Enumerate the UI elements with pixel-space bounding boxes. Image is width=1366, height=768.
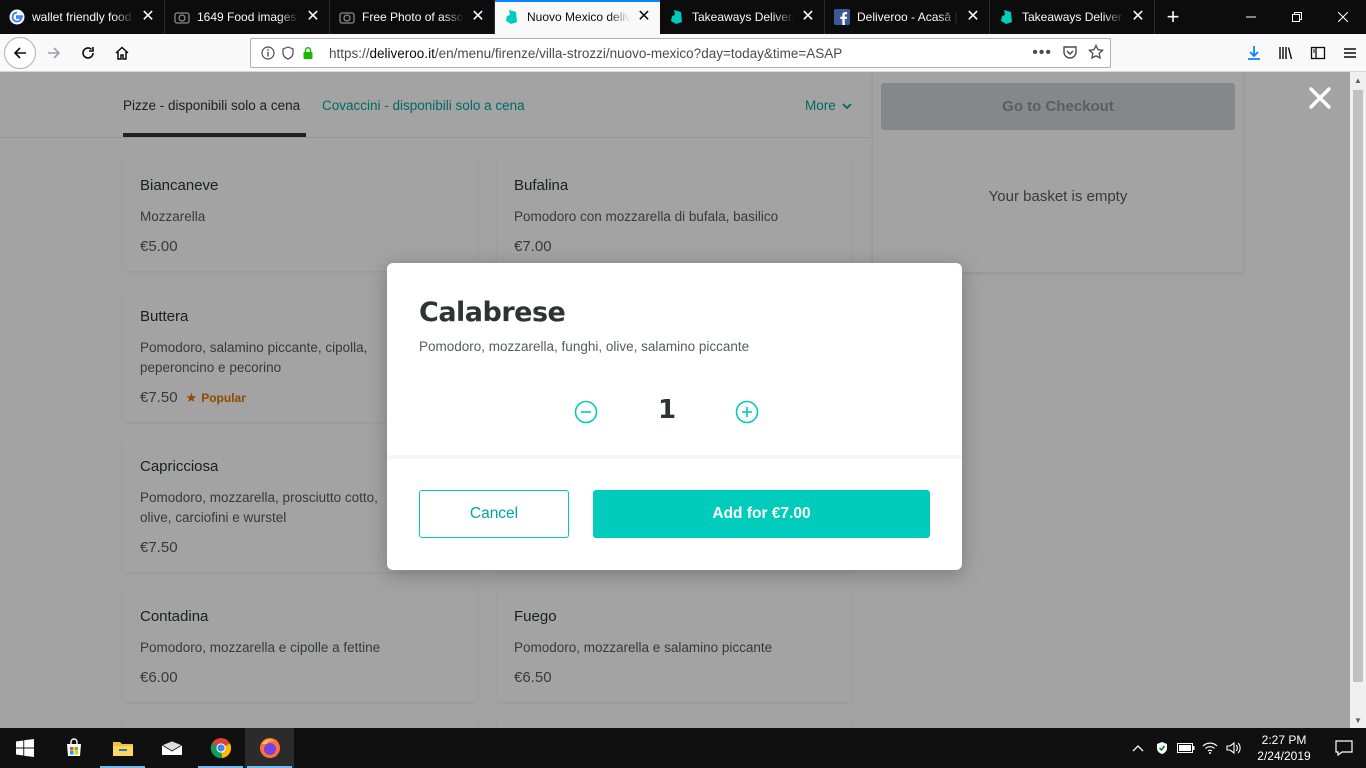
browser-tab-strip: wallet friendly food ✕ 1649 Food images … xyxy=(0,0,1366,34)
tab-title: 1649 Food images - xyxy=(197,10,299,24)
close-tab-icon[interactable]: ✕ xyxy=(636,9,652,25)
scroll-up-arrow-icon[interactable]: ▲ xyxy=(1350,72,1366,88)
modal-item-description: Pomodoro, mozzarella, funghi, olive, sal… xyxy=(419,339,750,354)
browser-tab[interactable]: wallet friendly food ✕ xyxy=(0,0,165,34)
quantity-stepper: 1 xyxy=(387,391,962,431)
browser-tab[interactable]: Free Photo of assorted ✕ xyxy=(330,0,495,34)
info-icon[interactable] xyxy=(259,44,277,62)
windows-start-icon[interactable] xyxy=(0,728,49,768)
google-icon xyxy=(9,9,25,25)
close-tab-icon[interactable]: ✕ xyxy=(305,9,321,25)
file-explorer-icon[interactable] xyxy=(98,728,147,768)
close-modal-icon[interactable] xyxy=(1306,84,1334,112)
close-tab-icon[interactable]: ✕ xyxy=(1130,9,1146,25)
close-window-icon[interactable] xyxy=(1320,0,1366,34)
clock-time: 2:27 PM xyxy=(1261,733,1307,747)
page-viewport: Pizze - disponibili solo a cena Covaccin… xyxy=(0,72,1350,728)
facebook-icon xyxy=(834,9,850,25)
chrome-icon[interactable] xyxy=(196,728,245,768)
browser-tab[interactable]: 1649 Food images - ✕ xyxy=(165,0,330,34)
bookmark-star-icon[interactable] xyxy=(1088,43,1104,63)
close-tab-icon[interactable]: ✕ xyxy=(800,9,816,25)
modal-divider xyxy=(387,455,962,459)
tab-title: Free Photo of assorted xyxy=(362,10,464,24)
pocket-icon[interactable] xyxy=(1062,44,1078,63)
cancel-button[interactable]: Cancel xyxy=(419,490,569,538)
url-text[interactable]: https://deliveroo.it/en/menu/firenze/vil… xyxy=(329,46,842,61)
tab-title: wallet friendly food xyxy=(32,10,132,24)
firefox-icon[interactable] xyxy=(245,728,294,768)
notification-center-icon[interactable] xyxy=(1322,728,1366,768)
camera-icon xyxy=(174,9,190,25)
modal-item-title: Calabrese xyxy=(419,297,566,328)
page-scrollbar[interactable]: ▲ ▼ xyxy=(1350,72,1366,728)
close-tab-icon[interactable]: ✕ xyxy=(965,9,981,25)
close-tab-icon[interactable]: ✕ xyxy=(470,9,486,25)
browser-tab[interactable]: Takeaways Delivered ✕ xyxy=(660,0,825,34)
browser-tab[interactable]: Deliveroo - Acasă | F ✕ xyxy=(825,0,990,34)
library-icon[interactable] xyxy=(1270,37,1302,69)
browser-nav-bar: https://deliveroo.it/en/menu/firenze/vil… xyxy=(0,34,1366,72)
scrollbar-thumb[interactable] xyxy=(1353,90,1363,682)
hamburger-menu-icon[interactable] xyxy=(1334,37,1366,69)
quantity-value: 1 xyxy=(657,395,677,425)
browser-toolbar xyxy=(1238,34,1366,72)
item-modal: Calabrese Pomodoro, mozzarella, funghi, … xyxy=(387,263,962,570)
page-actions-icon[interactable]: ••• xyxy=(1032,44,1052,62)
tab-title: Takeaways Delivered xyxy=(1022,10,1124,24)
plus-circle-icon[interactable] xyxy=(735,400,759,424)
forward-arrow-icon[interactable] xyxy=(38,37,70,69)
browser-tab-active[interactable]: Nuovo Mexico delivery ✕ xyxy=(495,0,660,34)
mail-icon[interactable] xyxy=(147,728,196,768)
system-tray: 2:27 PM 2/24/2019 xyxy=(1126,728,1366,768)
deliveroo-icon xyxy=(669,9,685,25)
url-bar[interactable]: https://deliveroo.it/en/menu/firenze/vil… xyxy=(250,38,1111,68)
add-to-basket-button[interactable]: Add for €7.00 xyxy=(593,490,930,538)
deliveroo-icon xyxy=(999,9,1015,25)
browser-tab[interactable]: Takeaways Delivered ✕ xyxy=(990,0,1155,34)
clock-date: 2/24/2019 xyxy=(1257,749,1311,763)
restore-icon[interactable] xyxy=(1274,0,1320,34)
sidebar-icon[interactable] xyxy=(1302,37,1334,69)
battery-icon[interactable] xyxy=(1174,728,1198,768)
clock[interactable]: 2:27 PM 2/24/2019 xyxy=(1246,732,1322,764)
chevron-up-icon[interactable] xyxy=(1126,728,1150,768)
scroll-down-arrow-icon[interactable]: ▼ xyxy=(1350,712,1366,728)
download-icon[interactable] xyxy=(1238,37,1270,69)
back-arrow-icon[interactable] xyxy=(4,36,36,69)
minus-circle-icon[interactable] xyxy=(574,400,598,424)
store-icon[interactable] xyxy=(49,728,98,768)
tab-title: Nuovo Mexico delivery xyxy=(527,10,630,24)
lock-icon[interactable] xyxy=(299,44,317,62)
deliveroo-icon xyxy=(504,9,520,25)
reload-icon[interactable] xyxy=(72,37,104,69)
minimize-icon[interactable] xyxy=(1228,0,1274,34)
camera-icon xyxy=(339,9,355,25)
windows-taskbar: 2:27 PM 2/24/2019 xyxy=(0,728,1366,768)
defender-shield-icon[interactable] xyxy=(1150,728,1174,768)
tab-title: Deliveroo - Acasă | F xyxy=(857,10,959,24)
window-controls xyxy=(1228,0,1366,34)
wifi-icon[interactable] xyxy=(1198,728,1222,768)
volume-icon[interactable] xyxy=(1222,728,1246,768)
close-tab-icon[interactable]: ✕ xyxy=(140,9,156,25)
home-icon[interactable] xyxy=(106,37,138,69)
tracking-shield-icon[interactable] xyxy=(279,44,297,62)
new-tab-plus-icon[interactable]: + xyxy=(1155,0,1191,34)
tab-title: Takeaways Delivered xyxy=(692,10,794,24)
